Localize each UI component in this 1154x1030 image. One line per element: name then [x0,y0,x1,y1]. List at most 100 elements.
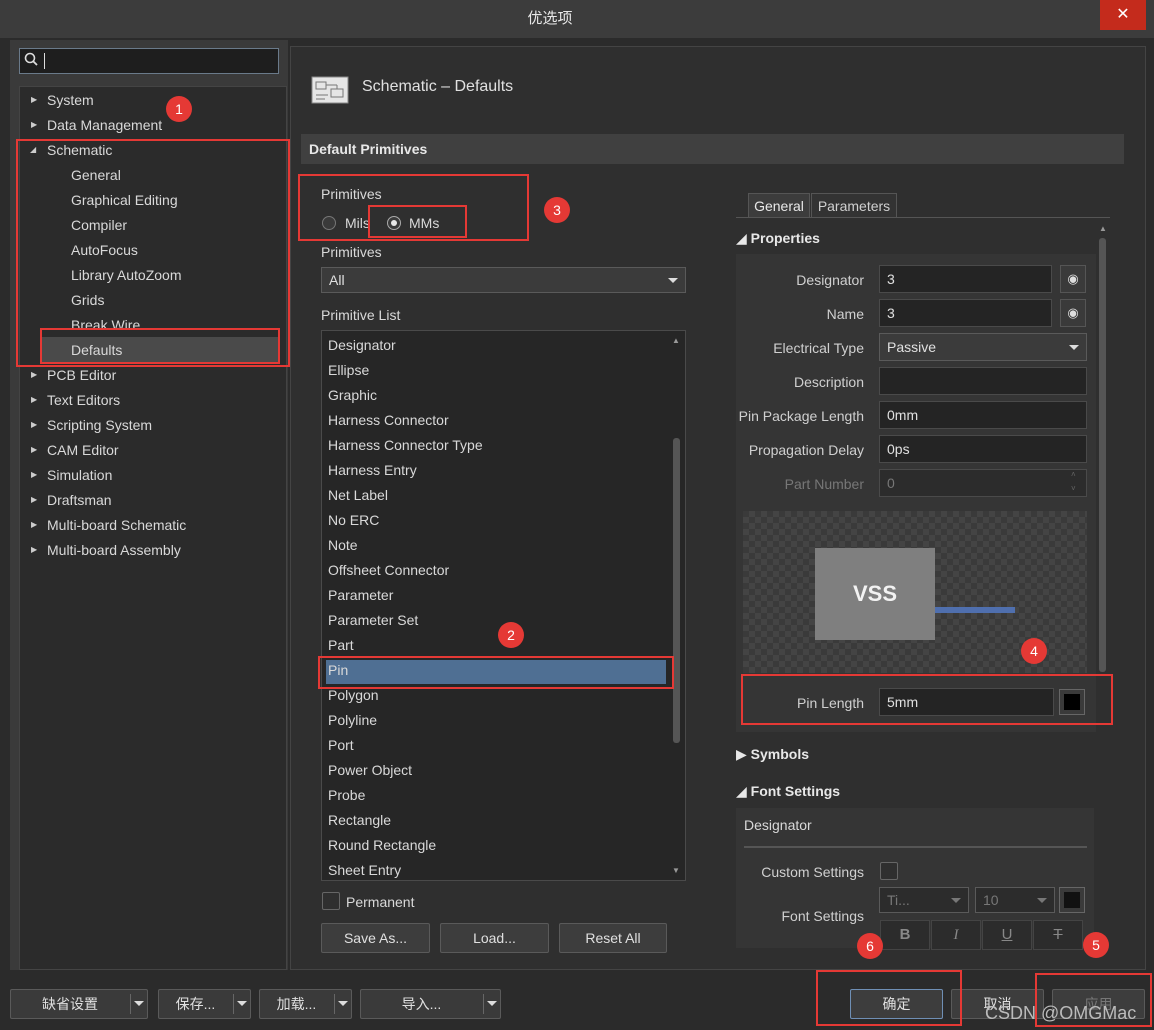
annotation-box [741,674,1113,725]
name-field[interactable]: 3 [879,299,1052,327]
font-color-swatch [1059,887,1085,913]
font-settings-header[interactable]: ◢ Font Settings [736,783,840,800]
scroll-up-icon[interactable]: ▲ [1099,224,1107,233]
tree-item-scripting-system[interactable]: Scripting System [47,413,152,438]
visibility-eye-icon[interactable]: ◉ [1060,299,1086,327]
tab-divider [736,217,1110,218]
part-number-label: Part Number [784,476,864,492]
list-item[interactable]: Graphic [328,383,377,408]
import-split-button[interactable]: 导入... [360,989,501,1019]
list-item[interactable]: Offsheet Connector [328,558,449,583]
save-button-label[interactable]: 保存... [159,990,232,1018]
list-item[interactable]: Harness Connector [328,408,449,433]
list-item[interactable]: Net Label [328,483,388,508]
list-item[interactable]: Harness Entry [328,458,417,483]
defaults-split-button[interactable]: 缺省设置 [10,989,148,1019]
tree-item-system[interactable]: System [47,88,94,113]
expand-arrow-icon[interactable]: ▶ [31,520,37,529]
list-item[interactable]: Parameter Set [328,608,418,633]
list-item[interactable]: Power Object [328,758,412,783]
list-item[interactable]: Designator [328,333,396,358]
primitives-filter-select[interactable]: All [321,267,686,293]
tab-parameters[interactable]: Parameters [811,193,897,217]
split-divider [334,994,335,1014]
chevron-down-icon [1037,898,1047,903]
expand-arrow-icon[interactable]: ▶ [31,545,37,554]
chevron-down-icon[interactable] [237,1001,247,1006]
expand-arrow-icon[interactable]: ▶ [31,470,37,479]
list-item[interactable]: Rectangle [328,808,391,833]
properties-scrollbar-thumb[interactable] [1099,238,1106,672]
expand-arrow-icon[interactable]: ▶ [31,420,37,429]
custom-settings-checkbox[interactable] [880,862,898,880]
expand-arrow-icon[interactable]: ▶ [31,95,37,104]
preview-pin-line [935,607,1015,613]
font-size-select: 10 [975,887,1055,913]
permanent-checkbox[interactable] [322,892,340,910]
list-item[interactable]: Sheet Entry [328,858,401,880]
designator-field[interactable]: 3 [879,265,1052,293]
italic-button: I [931,920,981,950]
load-split-button[interactable]: 加载... [259,989,352,1019]
list-item[interactable]: No ERC [328,508,379,533]
list-item[interactable]: Note [328,533,358,558]
chevron-down-icon[interactable] [487,1001,497,1006]
list-item[interactable]: Part [328,633,354,658]
load-button-label[interactable]: 加载... [260,990,333,1018]
chevron-down-icon[interactable] [134,1001,144,1006]
list-item[interactable]: Probe [328,783,365,808]
list-scrollbar-thumb[interactable] [673,438,680,743]
list-item[interactable]: Round Rectangle [328,833,436,858]
list-item[interactable]: Polyline [328,708,377,733]
tab-general[interactable]: General [748,193,810,217]
tree-item-draftsman[interactable]: Draftsman [47,488,112,513]
propagation-delay-label: Propagation Delay [748,442,864,458]
load-button[interactable]: Load... [440,923,549,953]
symbols-header[interactable]: ▶ Symbols [736,746,809,763]
chevron-down-icon[interactable] [338,1001,348,1006]
window-title: 优选项 [527,10,573,27]
search-input[interactable] [19,48,279,74]
defaults-button-label[interactable]: 缺省设置 [11,990,129,1018]
list-item[interactable]: Parameter [328,583,393,608]
annotation-box [816,970,962,1026]
expand-arrow-icon[interactable]: ▶ [31,370,37,379]
tree-item-cam-editor[interactable]: CAM Editor [47,438,119,463]
close-button[interactable]: ✕ [1100,0,1146,30]
properties-header[interactable]: ◢ Properties [736,230,820,247]
strikethrough-button: T [1033,920,1083,950]
pin-package-length-field[interactable]: 0mm [879,401,1087,429]
split-divider [130,994,131,1014]
description-field[interactable] [879,367,1087,395]
scroll-down-icon[interactable]: ▼ [672,866,680,875]
list-item[interactable]: Ellipse [328,358,369,383]
save-split-button[interactable]: 保存... [158,989,251,1019]
stepper-down-icon: ˅ [1071,484,1076,493]
primitives-filter-label: Primitives [321,244,382,260]
tree-item-multi-board-assembly[interactable]: Multi-board Assembly [47,538,181,563]
visibility-eye-icon[interactable]: ◉ [1060,265,1086,293]
expand-arrow-icon[interactable]: ▶ [31,120,37,129]
designator-label: Designator [796,272,864,288]
save-as-button[interactable]: Save As... [321,923,430,953]
reset-all-button[interactable]: Reset All [559,923,667,953]
annotation-badge: 6 [857,933,883,959]
tree-item-data-management[interactable]: Data Management [47,113,162,138]
propagation-delay-field[interactable]: 0ps [879,435,1087,463]
list-item[interactable]: Harness Connector Type [328,433,483,458]
annotation-badge: 2 [498,622,524,648]
scroll-up-icon[interactable]: ▲ [672,336,680,345]
expand-arrow-icon[interactable]: ▶ [31,445,37,454]
electrical-type-select[interactable]: Passive [879,333,1087,361]
list-item[interactable]: Port [328,733,354,758]
split-divider [483,994,484,1014]
tree-item-text-editors[interactable]: Text Editors [47,388,120,413]
expand-arrow-icon[interactable]: ▶ [31,395,37,404]
tree-item-simulation[interactable]: Simulation [47,463,112,488]
custom-settings-label: Custom Settings [761,864,864,880]
primitive-list-label: Primitive List [321,307,401,323]
tree-item-multi-board-schematic[interactable]: Multi-board Schematic [47,513,186,538]
import-button-label[interactable]: 导入... [361,990,482,1018]
expand-arrow-icon[interactable]: ▶ [31,495,37,504]
primitive-list[interactable]: Designator Ellipse Graphic Harness Conne… [321,330,686,881]
